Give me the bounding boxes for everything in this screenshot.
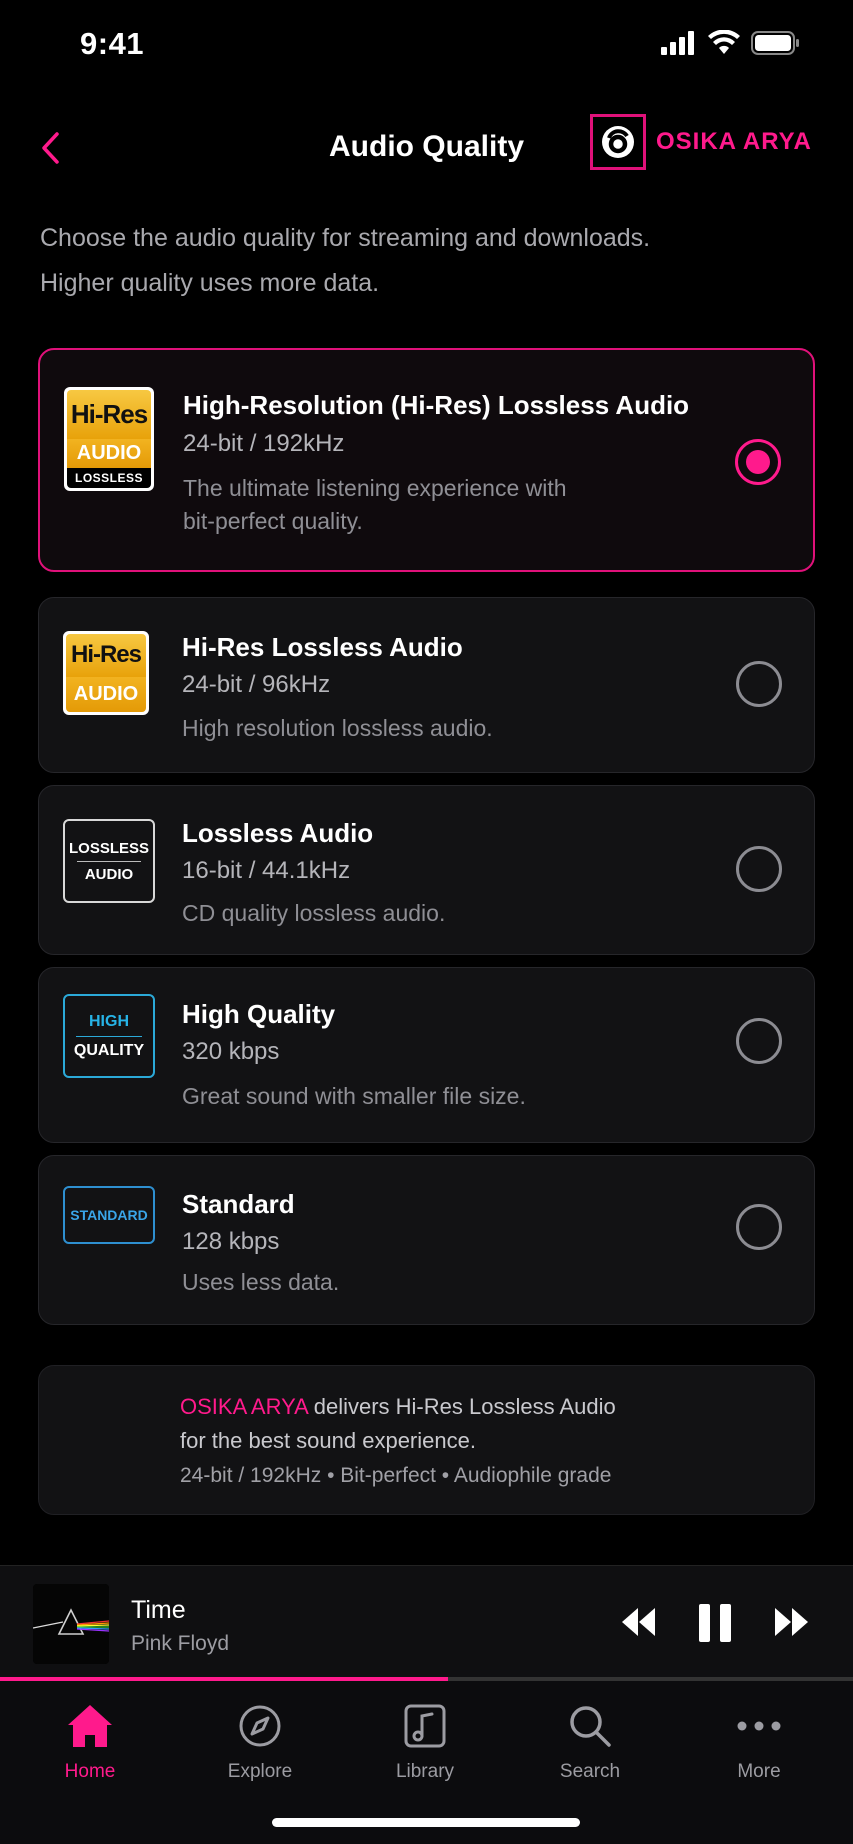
option-title: Hi-Res Lossless Audio <box>182 632 463 662</box>
mini-player[interactable]: Time Pink Floyd <box>0 1565 853 1680</box>
option-lossless[interactable]: LOSSLESS AUDIO Lossless Audio 16-bit / 4… <box>38 785 815 955</box>
hi-res-audio-badge: Hi-Res AUDIO <box>63 631 149 715</box>
next-button[interactable] <box>772 1602 810 1647</box>
intro-text: Choose the audio quality for streaming a… <box>40 216 820 306</box>
pause-button[interactable] <box>697 1602 733 1649</box>
brand-name: OSIKA ARYA <box>656 128 812 155</box>
option-description: Great sound with smaller file size. <box>182 1083 526 1109</box>
home-indicator <box>272 1818 580 1827</box>
info-brand: OSIKA ARYA <box>180 1394 308 1419</box>
standard-badge: STANDARD <box>63 1186 155 1244</box>
radio-selected[interactable] <box>735 439 781 485</box>
status-time: 9:41 <box>80 26 145 61</box>
intro-line-2: Higher quality uses more data. <box>40 269 380 297</box>
pause-icon <box>699 1604 731 1642</box>
fast-forward-icon <box>775 1608 808 1636</box>
tab-home[interactable]: Home <box>30 1699 150 1783</box>
option-title: Lossless Audio <box>182 818 374 848</box>
option-title: Standard <box>182 1189 295 1219</box>
option-description: Uses less data. <box>182 1269 340 1295</box>
lossless-audio-badge: LOSSLESS AUDIO <box>63 819 155 903</box>
status-icons <box>661 30 801 56</box>
sound-wave-icon <box>81 1406 135 1470</box>
brand-logo-icon <box>602 126 634 158</box>
battery-icon <box>751 31 799 55</box>
hi-res-audio-lossless-badge: Hi-Res AUDIO LOSSLESS <box>64 387 154 491</box>
prism-album-art-icon <box>33 1584 109 1664</box>
hi-res-info-box: OSIKA ARYA delivers Hi-Res Lossless Audi… <box>38 1365 815 1515</box>
option-description: High resolution lossless audio. <box>182 715 493 741</box>
album-art <box>33 1584 109 1664</box>
artist-name: Pink Floyd <box>131 1632 230 1655</box>
compass-icon <box>239 1705 281 1747</box>
radio-unselected[interactable] <box>736 661 782 707</box>
option-title: High-Resolution (Hi-Res) Lossless Audio <box>183 390 690 420</box>
option-spec: 24-bit / 96kHz <box>182 671 331 698</box>
intro-line-1: Choose the audio quality for streaming a… <box>40 224 651 252</box>
high-quality-badge: HIGH QUALITY <box>63 994 155 1078</box>
wifi-icon <box>708 30 740 54</box>
option-hi-res-96[interactable]: Hi-Res AUDIO Hi-Res Lossless Audio 24-bi… <box>38 597 815 773</box>
tab-explore[interactable]: Explore <box>200 1699 320 1783</box>
option-spec: 24-bit / 192kHz <box>183 430 345 457</box>
rewind-icon <box>622 1608 655 1636</box>
option-spec: 16-bit / 44.1kHz <box>182 857 351 884</box>
more-icon <box>737 1721 781 1731</box>
header: Audio Quality OSIKA ARYA <box>0 100 853 196</box>
option-spec: 320 kbps <box>182 1038 280 1065</box>
option-standard[interactable]: STANDARD Standard 128 kbps Uses less dat… <box>38 1155 815 1325</box>
radio-unselected[interactable] <box>736 846 782 892</box>
option-spec: 128 kbps <box>182 1228 280 1255</box>
radio-unselected[interactable] <box>736 1018 782 1064</box>
info-line-1: OSIKA ARYA delivers Hi-Res Lossless Audi… <box>180 1394 616 1419</box>
brand-logo: OSIKA ARYA <box>590 114 812 170</box>
signal-icon <box>661 31 694 55</box>
song-title: Time <box>131 1596 186 1624</box>
tab-more[interactable]: More <box>699 1699 819 1783</box>
tab-library[interactable]: Library <box>365 1699 485 1783</box>
option-description: CD quality lossless audio. <box>182 900 446 926</box>
status-bar: 9:41 <box>0 0 853 92</box>
option-high-quality[interactable]: HIGH QUALITY High Quality 320 kbps Great… <box>38 967 815 1143</box>
brand-mark <box>590 114 646 170</box>
info-line-3: 24-bit / 192kHz • Bit-perfect • Audiophi… <box>180 1464 612 1487</box>
home-icon <box>68 1705 112 1747</box>
info-line-2: for the best sound experience. <box>180 1428 476 1453</box>
radio-unselected[interactable] <box>736 1204 782 1250</box>
music-library-icon <box>404 1704 446 1748</box>
previous-button[interactable] <box>620 1602 658 1647</box>
option-hi-res-192[interactable]: Hi-Res AUDIO LOSSLESS High-Resolution (H… <box>38 348 815 572</box>
tab-search[interactable]: Search <box>530 1699 650 1783</box>
option-title: High Quality <box>182 999 336 1029</box>
search-icon <box>570 1706 611 1747</box>
option-description: The ultimate listening experience with b… <box>183 475 567 534</box>
